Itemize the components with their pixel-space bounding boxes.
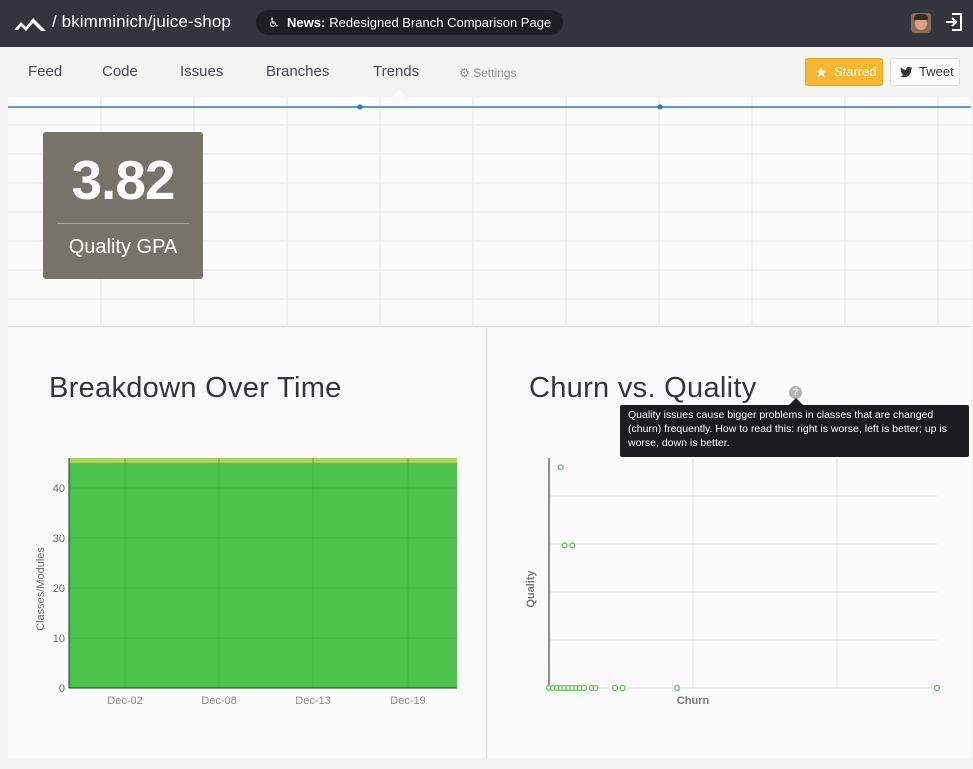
y-tick-label: 40 (53, 483, 65, 495)
gpa-card: 3.82 Quality GPA (43, 132, 203, 279)
tab-feed[interactable]: Feed (28, 63, 62, 80)
twitter-icon (900, 66, 913, 78)
x-tick-label: Dec-02 (107, 695, 142, 707)
gpa-point (657, 104, 663, 110)
avatar[interactable] (911, 13, 931, 33)
scatter-point (619, 684, 626, 692)
scatter-point (561, 542, 568, 549)
scatter-point (673, 684, 681, 692)
settings-label: Settings (473, 66, 517, 80)
y-tick-label: 0 (59, 683, 65, 695)
scatter-point (557, 464, 564, 471)
churn-chart: Churn Quality (525, 458, 941, 707)
tab-branches[interactable]: Branches (266, 63, 329, 80)
tab-trends[interactable]: Trends (373, 63, 419, 80)
y-axis-label: Classes/Modules (35, 547, 47, 631)
scatter-point (933, 684, 941, 692)
tweet-label: Tweet (919, 64, 954, 79)
tweet-button[interactable]: Tweet (890, 58, 960, 86)
area-series-main (69, 463, 457, 688)
star-icon: ★ (815, 64, 828, 80)
x-tick-label: Dec-13 (295, 695, 330, 707)
tab-code[interactable]: Code (102, 63, 138, 80)
scatter-point (611, 684, 619, 692)
gpa-point (357, 104, 363, 110)
area-series-top (69, 458, 457, 463)
news-text: Redesigned Branch Comparison Page (329, 15, 552, 30)
top-bar: / bkimminich/juice-shop ♿ News: Redesigned… (0, 0, 973, 47)
tab-issues[interactable]: Issues (180, 63, 223, 80)
x-axis-label: Churn (677, 695, 710, 707)
gpa-label: Quality GPA (68, 236, 178, 258)
y-axis-label: Quality (525, 569, 537, 607)
gpa-divider (57, 223, 189, 224)
churn-panel: Churn vs. Quality Churn Quality (488, 328, 971, 758)
tooltip-arrow (789, 398, 803, 405)
repo-name-link[interactable]: / bkimminich/juice-shop (52, 12, 231, 32)
codeclimate-logo-icon[interactable] (13, 12, 47, 34)
antenna-icon: ♿ (268, 15, 280, 30)
tab-settings[interactable]: ⚙ Settings (459, 66, 516, 80)
news-label: News: (287, 15, 326, 30)
sign-out-icon[interactable] (945, 12, 963, 32)
y-tick-label: 20 (53, 583, 65, 595)
scatter-point (569, 542, 576, 549)
starred-label: Starred (834, 64, 877, 79)
scatter-point (580, 684, 588, 692)
y-tick-label: 10 (53, 633, 65, 645)
starred-button[interactable]: ★ Starred (805, 58, 883, 86)
gpa-value: 3.82 (71, 149, 175, 211)
news-banner[interactable]: ♿ News: Redesigned Branch Comparison Page (256, 10, 564, 35)
churn-tooltip: Quality issues cause bigger problems in … (620, 405, 969, 457)
breakdown-chart: 0 10 20 30 40 Dec-02 Dec-08 Dec-13 Dec-19 Classes… (35, 458, 457, 707)
breakdown-panel: Breakdown Over Time 0 10 20 30 40 Dec-02 Dec-0… (8, 328, 487, 758)
x-tick-label: Dec-19 (390, 695, 425, 707)
y-tick-label: 30 (53, 533, 65, 545)
x-tick-label: Dec-08 (201, 695, 236, 707)
gear-icon: ⚙ (459, 66, 470, 80)
scatter-point (592, 684, 599, 692)
